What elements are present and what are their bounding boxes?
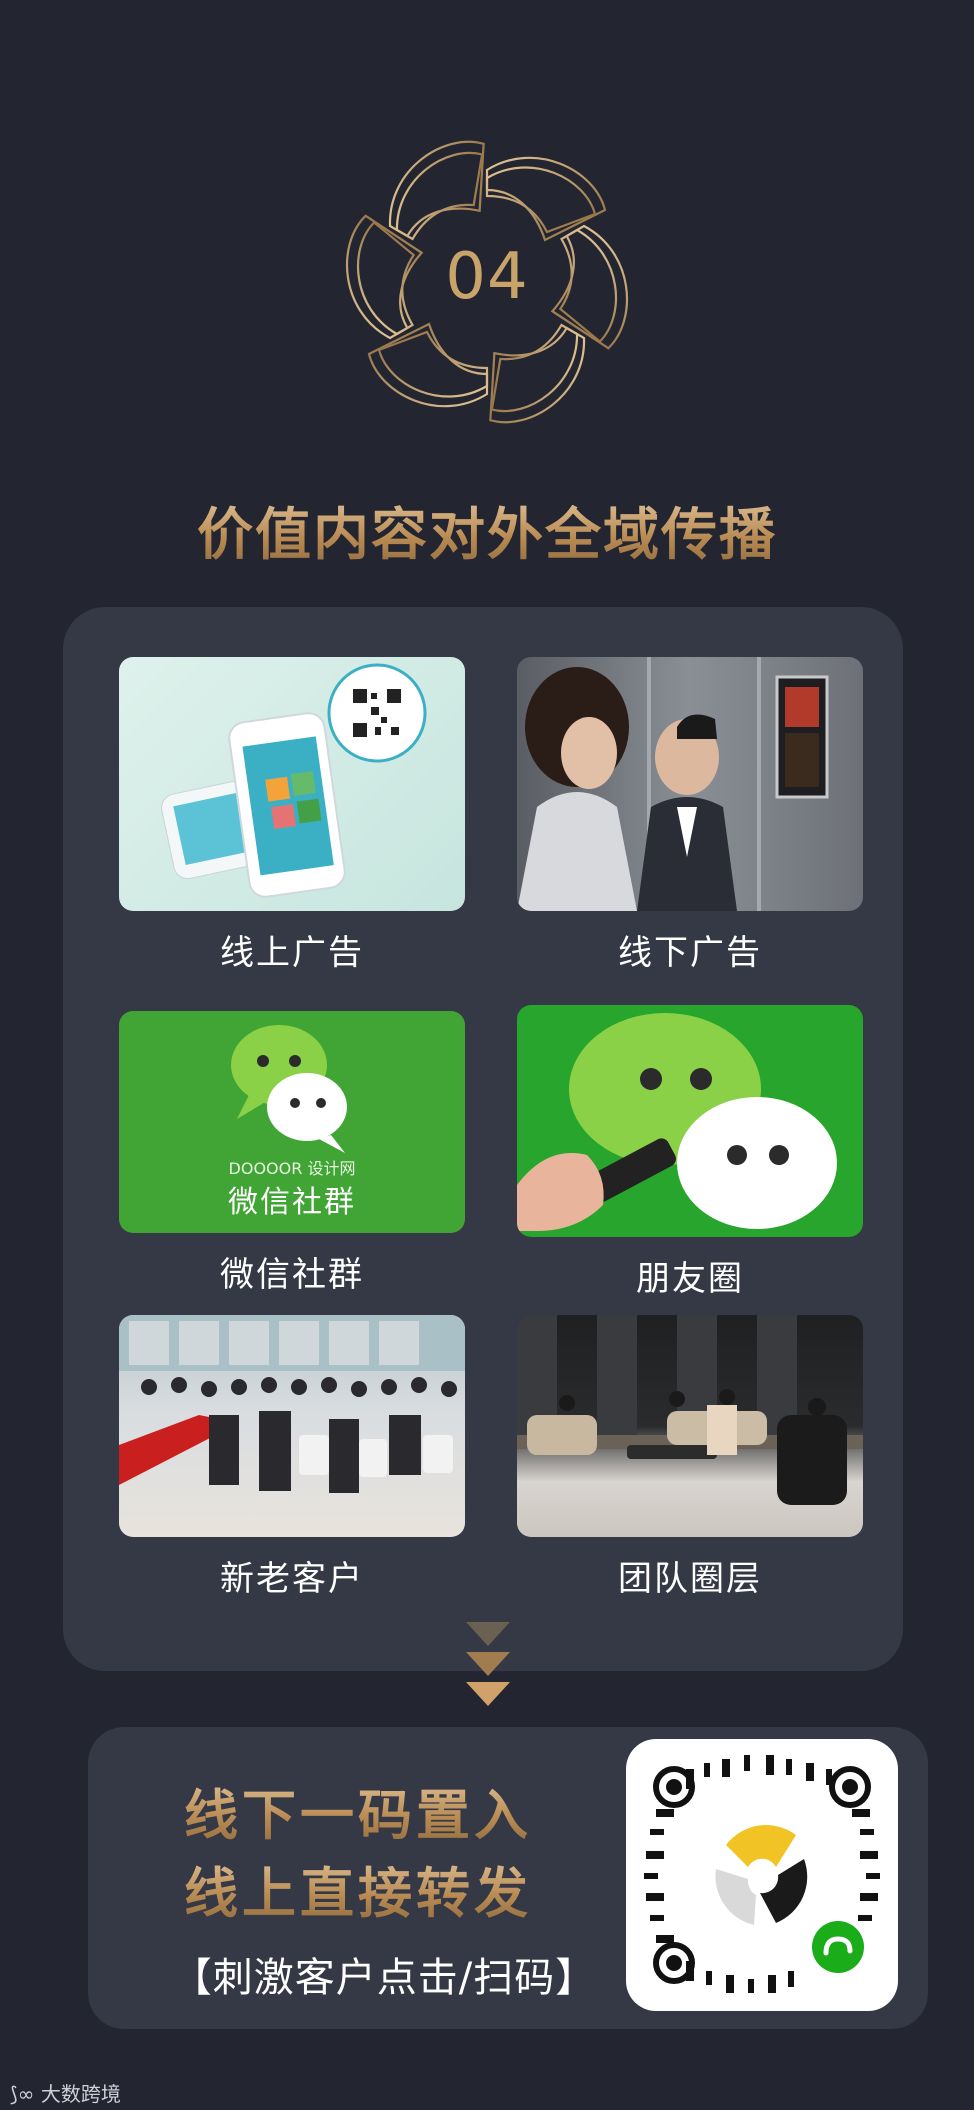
channel-label: 线上广告 — [220, 933, 364, 973]
brand-caption: DOOOOR 设计网 — [228, 1159, 356, 1178]
channel-card-wechat-group[interactable]: DOOOOR 设计网 微信社群 微信社群 — [119, 1011, 465, 1296]
channel-card-moments[interactable]: 朋友圈 — [517, 1005, 863, 1300]
moments-image — [517, 1005, 863, 1237]
online-ads-image — [119, 657, 465, 911]
channel-card-online-ads[interactable]: 线上广告 — [119, 657, 465, 974]
customers-image — [119, 1315, 465, 1537]
overlay-text: 微信社群 — [228, 1185, 356, 1220]
channel-label: 新老客户 — [220, 1559, 364, 1599]
team-image — [517, 1315, 863, 1537]
cta-box: 线下一码置入 线上直接转发 【刺激客户点击/扫码】 — [88, 1727, 928, 2029]
channel-label: 朋友圈 — [636, 1259, 744, 1299]
wechat-group-image: DOOOOR 设计网 微信社群 — [119, 1011, 465, 1233]
section-badge: 04 — [335, 130, 639, 434]
channels-panel: 线上广告 线下广告 DOOOOR 设计网 微信社群 微信社群 朋友圈 新老客户 … — [63, 607, 903, 1671]
cta-line-1: 线下一码置入 — [88, 1771, 628, 1850]
channel-label: 团队圈层 — [618, 1559, 762, 1599]
section-number: 04 — [445, 240, 529, 314]
watermark-text: 大数跨境 — [40, 2082, 121, 2106]
channel-label: 微信社群 — [220, 1255, 364, 1295]
page-title: 价值内容对外全域传播 — [0, 490, 974, 571]
footer-watermark: ⟆∞ 大数跨境 — [10, 2078, 121, 2107]
channel-card-team[interactable]: 团队圈层 — [517, 1315, 863, 1600]
watermark-logo-icon: ⟆∞ — [10, 2082, 35, 2106]
down-arrows-icon — [466, 1622, 510, 1712]
offline-ads-image — [517, 657, 863, 911]
mini-program-qr-code[interactable] — [626, 1739, 898, 2011]
channel-card-customers[interactable]: 新老客户 — [119, 1315, 465, 1600]
cta-line-2: 线上直接转发 — [88, 1849, 628, 1928]
channel-card-offline-ads[interactable]: 线下广告 — [517, 657, 863, 974]
cta-line-3: 【刺激客户点击/扫码】 — [171, 1955, 597, 2001]
channel-label: 线下广告 — [618, 933, 762, 973]
